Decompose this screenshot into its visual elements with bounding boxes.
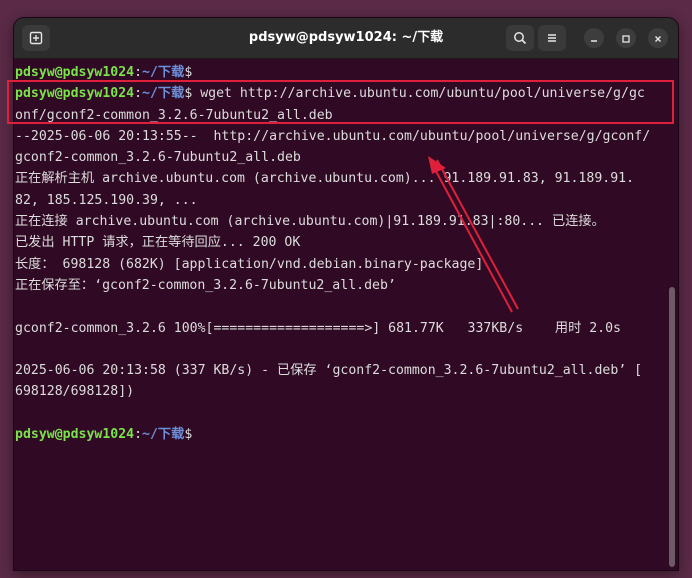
annotation-arrow: [428, 156, 519, 313]
